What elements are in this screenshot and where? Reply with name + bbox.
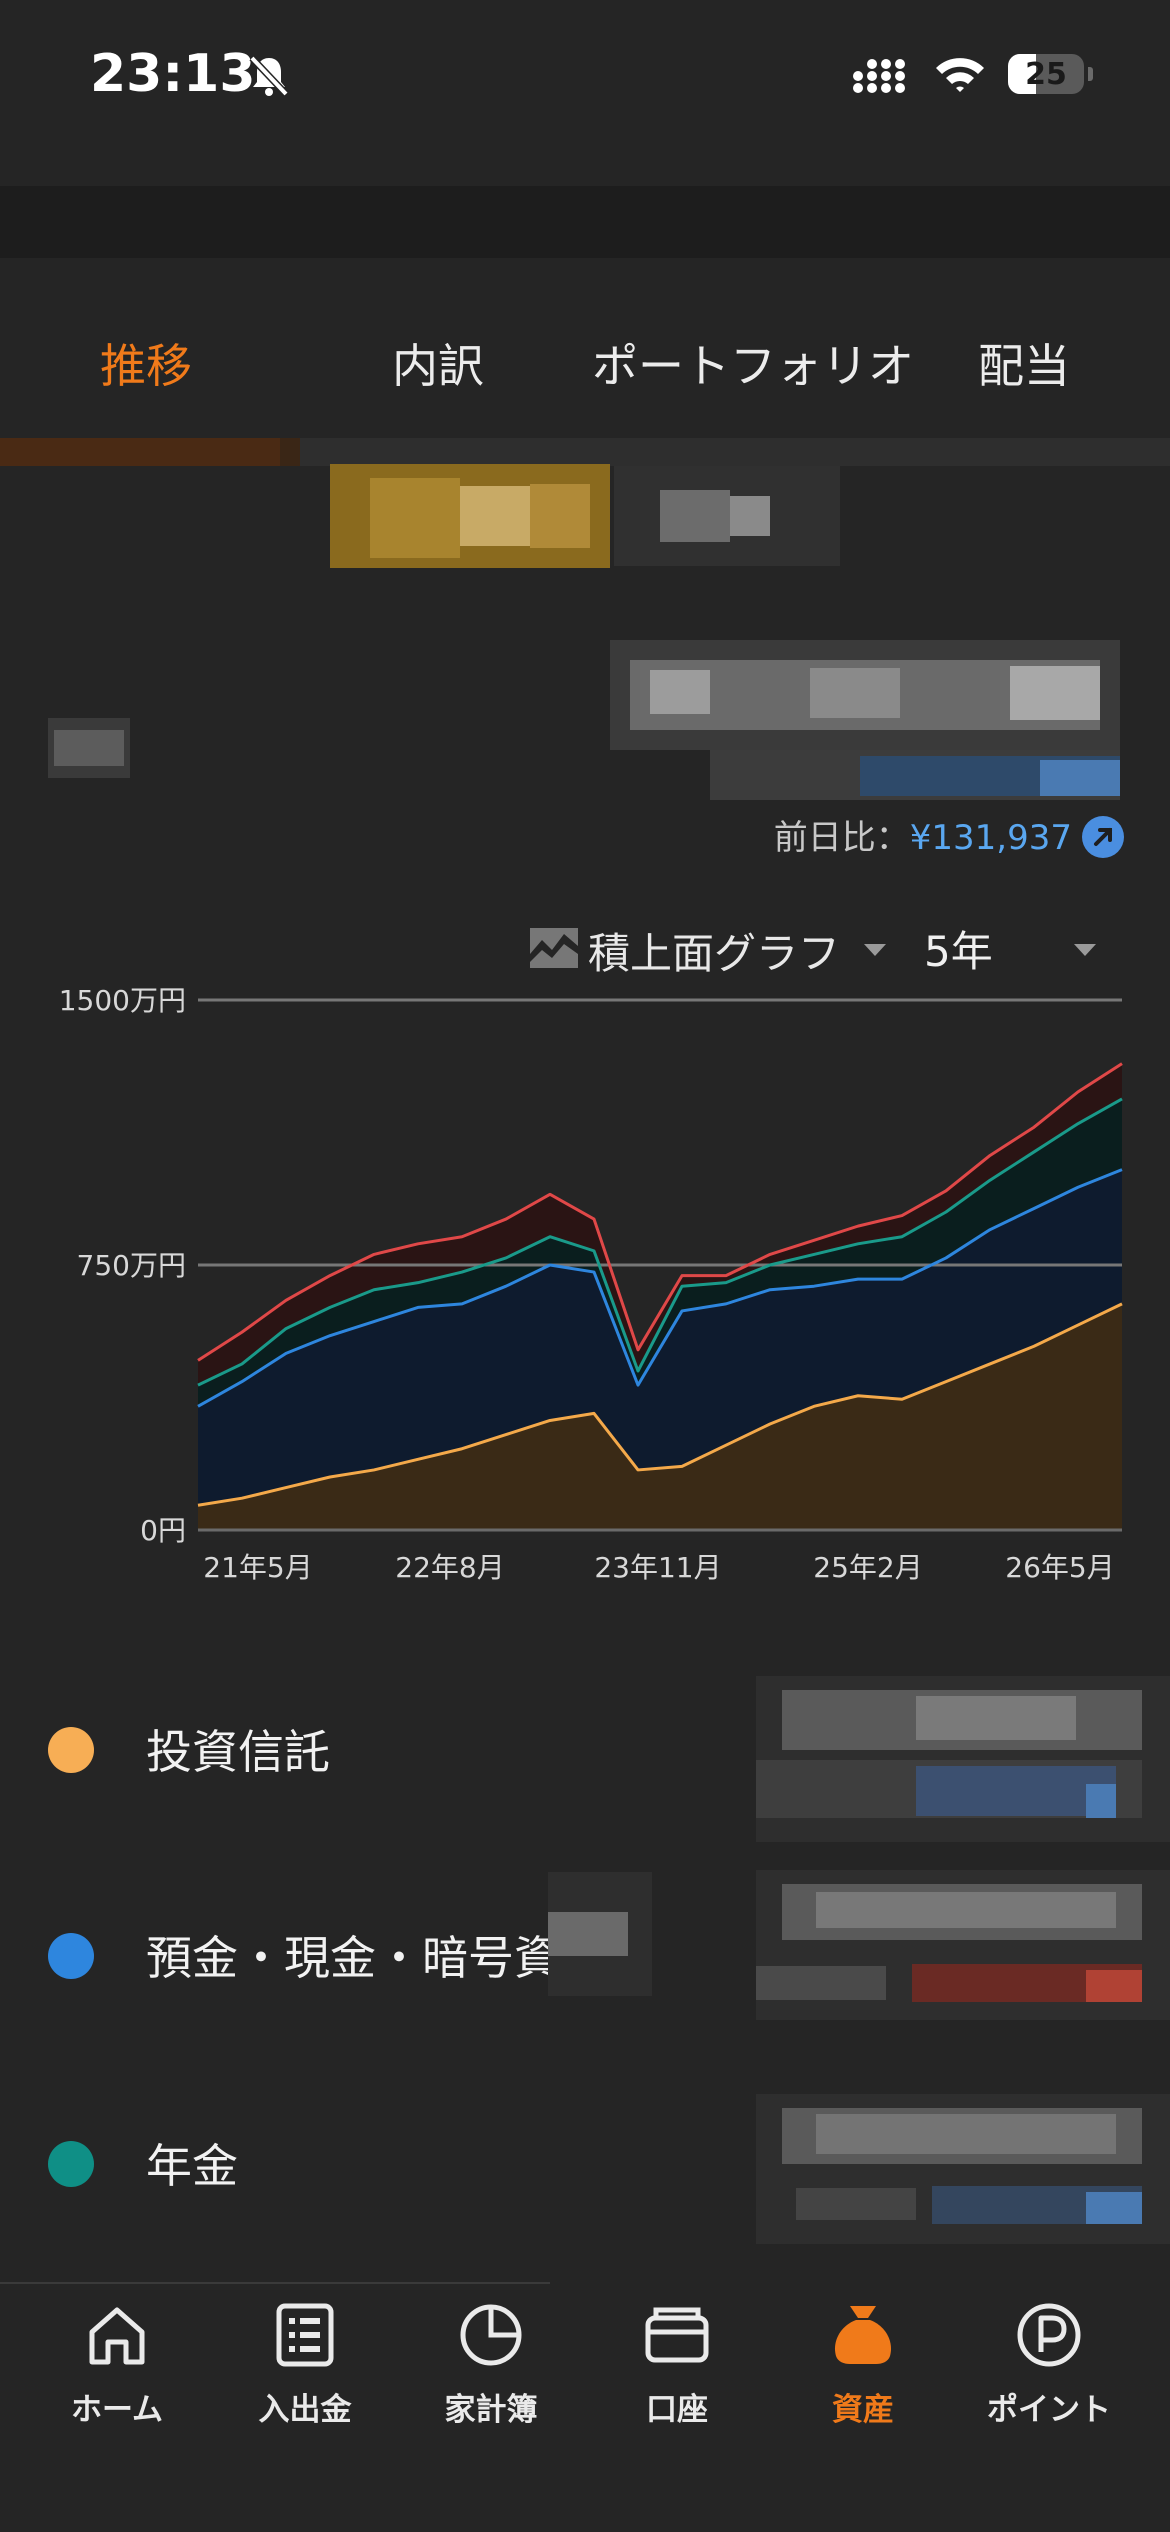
y-tick-label: 0円 <box>140 1514 186 1547</box>
blurred-value-pension <box>756 2094 1170 2244</box>
legend-dot <box>48 2141 94 2187</box>
nav-label: 入出金 <box>258 2392 352 2428</box>
blurred-badge <box>330 464 610 568</box>
nav-label: ホーム <box>70 2392 164 2428</box>
arrow-up-right-icon[interactable] <box>1082 815 1124 858</box>
tab-bar-divider <box>0 2282 550 2284</box>
legend-dot <box>48 1933 94 1979</box>
chart-type-label: 積上面グラフ <box>588 929 841 978</box>
point-icon <box>1017 2303 1081 2367</box>
battery-level: 25 <box>1025 57 1067 92</box>
delta-value: ¥131,937 <box>909 818 1072 858</box>
x-tick-label: 26年5月 <box>1005 1551 1114 1584</box>
money-bag-icon <box>834 2306 892 2364</box>
x-tick-label: 21年5月 <box>203 1551 312 1584</box>
legend-dot <box>48 1727 94 1773</box>
battery-icon: 25 <box>1008 54 1084 94</box>
segment-tabs: 推移 内訳 ポートフォリオ 配当 <box>0 330 1170 420</box>
pie-chart-icon <box>460 2304 522 2366</box>
range-select[interactable]: 5年 <box>924 918 1096 979</box>
area-chart-icon <box>530 928 578 968</box>
legend-label: 預金・現金・暗号資 <box>146 1931 560 1985</box>
blurred-overflow <box>548 1872 652 1996</box>
tab-portfolio[interactable]: ポートフォリオ <box>592 330 914 396</box>
chevron-down-icon <box>1074 944 1096 956</box>
wifi-icon <box>936 58 984 92</box>
blurred-total-assets <box>610 640 1120 750</box>
blurred-label <box>48 718 130 778</box>
nav-label: 資産 <box>832 2392 894 2428</box>
day-over-day-change: 前日比：¥131,937 <box>774 810 1124 861</box>
blurred-value-deposits <box>756 1870 1170 2020</box>
home-icon <box>89 2307 145 2365</box>
status-bar: 23:13 25 <box>0 0 1170 160</box>
tab-trend[interactable]: 推移 <box>100 330 192 396</box>
x-tick-label: 22年8月 <box>395 1551 504 1584</box>
blurred-badge-secondary <box>614 466 840 566</box>
y-tick-label: 750万円 <box>77 1249 186 1282</box>
bell-muted-icon <box>249 55 289 97</box>
legend-label: 投資信託 <box>146 1725 330 1779</box>
chevron-down-icon <box>864 944 886 956</box>
nav-assets[interactable]: 資産 <box>768 2300 958 2429</box>
nav-label: 家計簿 <box>444 2392 538 2428</box>
range-label: 5年 <box>924 927 993 976</box>
tab-breakdown[interactable]: 内訳 <box>392 330 484 396</box>
nav-budget[interactable]: 家計簿 <box>396 2300 586 2429</box>
wallet-icon <box>645 2307 709 2363</box>
legend-label: 年金 <box>146 2139 238 2193</box>
nav-label: ポイント <box>987 2392 1111 2428</box>
nav-transactions[interactable]: 入出金 <box>210 2300 400 2429</box>
blurred-change <box>710 750 1120 800</box>
x-tick-label: 25年2月 <box>813 1551 922 1584</box>
delta-label: 前日比： <box>773 818 910 858</box>
header-band <box>0 186 1170 258</box>
tab-dividend[interactable]: 配当 <box>978 330 1070 396</box>
status-time: 23:13 <box>90 44 256 104</box>
stacked-area-chart: 1500万円 750万円 0円 21年5月 22年8月 23年11月 25年2月 26年5月 <box>59 984 1123 1584</box>
nav-home[interactable]: ホーム <box>22 2300 212 2429</box>
list-icon <box>276 2303 334 2367</box>
blurred-value-mutual-funds <box>756 1676 1170 1842</box>
nav-label: 口座 <box>646 2392 708 2428</box>
x-tick-label: 23年11月 <box>594 1551 721 1584</box>
y-tick-label: 1500万円 <box>59 984 186 1017</box>
nav-accounts[interactable]: 口座 <box>582 2300 772 2429</box>
tab-indicator <box>0 438 300 466</box>
nav-points[interactable]: ポイント <box>954 2300 1144 2429</box>
signal-icon <box>853 59 905 93</box>
